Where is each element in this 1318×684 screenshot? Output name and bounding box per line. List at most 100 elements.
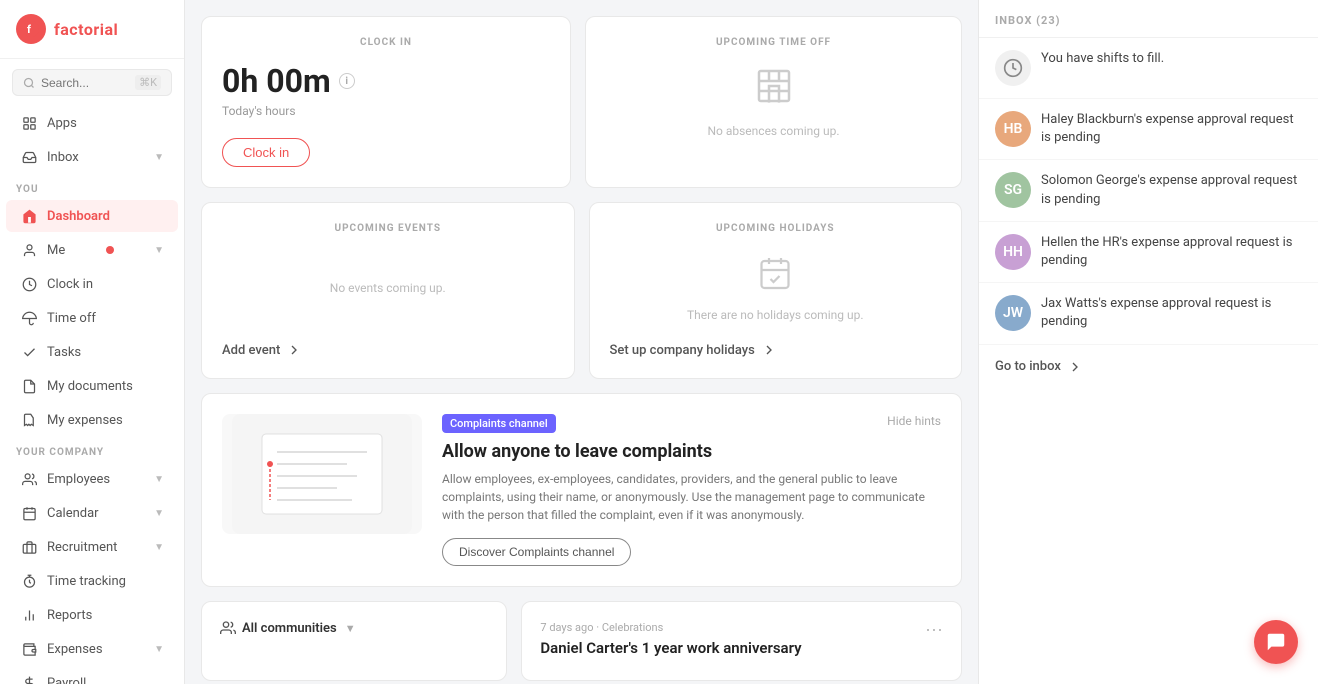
search-input[interactable]: [41, 76, 121, 90]
time-off-title: UPCOMING TIME OFF: [606, 37, 941, 48]
sidebar-item-reports[interactable]: Reports: [6, 599, 178, 631]
sidebar-item-employees[interactable]: Employees ▼: [6, 463, 178, 495]
expenses-nav-label: Expenses: [47, 642, 103, 657]
events-title: UPCOMING EVENTS: [222, 223, 554, 234]
post-time: 7 days ago · Celebrations: [540, 621, 663, 634]
community-chevron: ▼: [345, 622, 356, 635]
timer-icon: [20, 572, 38, 590]
inbox-hellen-text: Hellen the HR's expense approval request…: [1041, 234, 1302, 270]
inbox-item-hellen[interactable]: HH Hellen the HR's expense approval requ…: [979, 222, 1318, 283]
hint-title: Allow anyone to leave complaints: [442, 441, 941, 462]
time-off-empty: No absences coming up.: [606, 62, 941, 142]
calendar-nav-icon: [20, 504, 38, 522]
sidebar-item-apps[interactable]: Apps: [6, 107, 178, 139]
inbox-item-haley[interactable]: HB Haley Blackburn's expense approval re…: [979, 99, 1318, 160]
community-card: All communities ▼: [201, 601, 507, 681]
sidebar-item-me[interactable]: Me ▼: [6, 234, 178, 266]
community-header[interactable]: All communities ▼: [220, 620, 488, 636]
hint-image: [222, 414, 422, 534]
umbrella-icon: [20, 309, 38, 327]
clock-time-display: 0h 00m i: [222, 62, 550, 100]
events-card: UPCOMING EVENTS No events coming up. Add…: [201, 202, 575, 379]
row-community: All communities ▼ 7 days ago · Celebrati…: [201, 601, 962, 681]
haley-avatar: HB: [995, 111, 1031, 147]
hide-hints-link[interactable]: Hide hints: [887, 414, 941, 428]
my-expenses-label: My expenses: [47, 413, 123, 428]
post-title: Daniel Carter's 1 year work anniversary: [540, 639, 801, 657]
discover-btn[interactable]: Discover Complaints channel: [442, 538, 631, 566]
grid-icon: [20, 114, 38, 132]
sidebar-item-time-tracking[interactable]: Time tracking: [6, 565, 178, 597]
inbox-item-jax[interactable]: JW Jax Watts's expense approval request …: [979, 283, 1318, 344]
community-all-label: All communities: [242, 621, 337, 636]
time-off-label: Time off: [47, 311, 96, 326]
sidebar-item-clock-in[interactable]: Clock in: [6, 268, 178, 300]
chevron-icon: ▼: [154, 542, 164, 553]
add-event-link[interactable]: Add event: [222, 342, 554, 358]
hint-description: Allow employees, ex-employees, candidate…: [442, 470, 941, 524]
file-icon: [20, 377, 38, 395]
hint-content: Complaints channel Hide hints Allow anyo…: [442, 414, 941, 566]
logo-area: f factorial: [0, 0, 184, 59]
search-icon: [23, 77, 35, 89]
clock-in-button[interactable]: Clock in: [222, 138, 310, 167]
dollar-icon: [20, 674, 38, 684]
logo-text: factorial: [54, 20, 118, 39]
receipt-icon: [20, 411, 38, 429]
jax-avatar: JW: [995, 295, 1031, 331]
logo-icon: f: [16, 14, 46, 44]
home-icon: [20, 207, 38, 225]
sidebar-item-my-documents[interactable]: My documents: [6, 370, 178, 402]
inbox-nav-label: Inbox: [47, 150, 79, 165]
sidebar-item-inbox[interactable]: Inbox ▼: [6, 141, 178, 173]
clock-in-card: CLOCK IN 0h 00m i Today's hours Clock in: [201, 16, 571, 188]
post-card: 7 days ago · Celebrations Daniel Carter'…: [521, 601, 962, 681]
holidays-title: UPCOMING HOLIDAYS: [610, 223, 942, 234]
sidebar-item-tasks[interactable]: Tasks: [6, 336, 178, 368]
chat-fab[interactable]: [1254, 620, 1298, 664]
sidebar-item-time-off[interactable]: Time off: [6, 302, 178, 334]
check-icon: [20, 343, 38, 361]
holidays-empty-text: There are no holidays coming up.: [687, 308, 863, 322]
info-icon: i: [339, 73, 355, 89]
sidebar-item-expenses[interactable]: Expenses ▼: [6, 633, 178, 665]
chevron-icon: ▼: [154, 644, 164, 655]
add-event-label: Add event: [222, 343, 280, 358]
today-hours-label: Today's hours: [222, 104, 550, 118]
search-bar[interactable]: ⌘K: [12, 69, 172, 96]
apps-label: Apps: [47, 116, 77, 131]
inbox-header: INBOX (23): [979, 0, 1318, 38]
chart-icon: [20, 606, 38, 624]
setup-holidays-link[interactable]: Set up company holidays: [610, 342, 942, 358]
main-content: CLOCK IN 0h 00m i Today's hours Clock in…: [185, 0, 978, 684]
sidebar-item-recruitment[interactable]: Recruitment ▼: [6, 531, 178, 563]
arrow-right-icon: [1067, 359, 1083, 375]
inbox-item-shifts[interactable]: You have shifts to fill.: [979, 38, 1318, 99]
go-to-inbox-link[interactable]: Go to inbox: [979, 345, 1318, 389]
holidays-empty: There are no holidays coming up.: [610, 248, 942, 328]
shifts-avatar: [995, 50, 1031, 86]
dashboard-label: Dashboard: [47, 209, 110, 224]
briefcase-icon: [20, 538, 38, 556]
svg-text:f: f: [27, 23, 31, 36]
sidebar-item-dashboard[interactable]: Dashboard: [6, 200, 178, 232]
sidebar-item-calendar[interactable]: Calendar ▼: [6, 497, 178, 529]
section-your-company: YOUR COMPANY: [0, 437, 184, 462]
sidebar-item-my-expenses[interactable]: My expenses: [6, 404, 178, 436]
solomon-avatar: SG: [995, 172, 1031, 208]
more-options-button[interactable]: ⋯: [925, 620, 943, 641]
me-label: Me: [47, 243, 65, 258]
inbox-haley-text: Haley Blackburn's expense approval reque…: [1041, 111, 1302, 147]
arrow-right-icon: [761, 342, 777, 358]
clock-icon: [20, 275, 38, 293]
row-2: UPCOMING EVENTS No events coming up. Add…: [201, 202, 962, 379]
payroll-label: Payroll: [47, 676, 86, 684]
setup-holidays-label: Set up company holidays: [610, 343, 755, 358]
inbox-item-solomon[interactable]: SG Solomon George's expense approval req…: [979, 160, 1318, 221]
sidebar-item-payroll[interactable]: Payroll: [6, 667, 178, 684]
inbox-shifts-text: You have shifts to fill.: [1041, 50, 1164, 68]
arrow-right-icon: [286, 342, 302, 358]
inbox-jax-text: Jax Watts's expense approval request is …: [1041, 295, 1302, 331]
row-1: CLOCK IN 0h 00m i Today's hours Clock in…: [201, 16, 962, 188]
me-dot: [106, 246, 114, 254]
